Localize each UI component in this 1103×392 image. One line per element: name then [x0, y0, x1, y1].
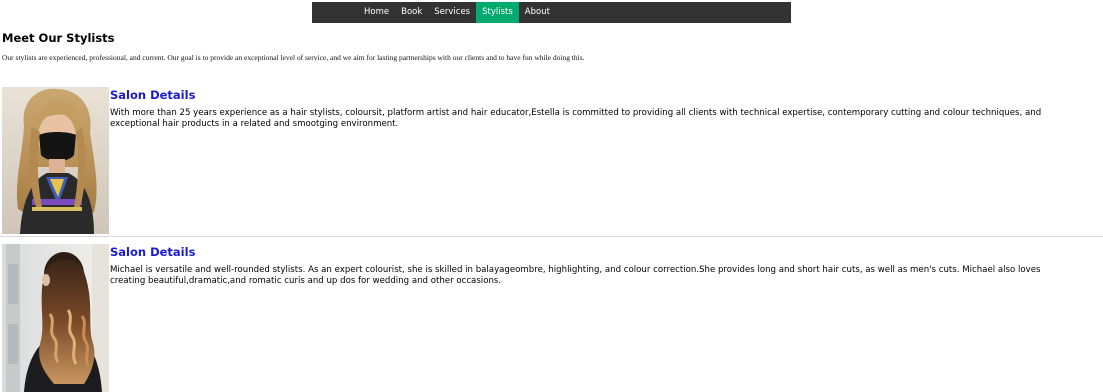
stylist-photo	[2, 87, 109, 234]
nav-item-stylists[interactable]: Stylists	[476, 2, 519, 23]
stylist-card: Salon Details With more than 25 years ex…	[0, 87, 1103, 237]
salon-details-link[interactable]: Salon Details	[110, 244, 1073, 260]
stylist-photo	[2, 244, 109, 392]
stylist-details: Salon Details With more than 25 years ex…	[110, 87, 1073, 130]
page-title: Meet Our Stylists	[2, 31, 115, 45]
nav-links: Home Book Services Stylists About	[358, 2, 556, 23]
intro-text: Our stylists are experienced, profession…	[2, 53, 585, 62]
salon-details-link[interactable]: Salon Details	[110, 87, 1073, 103]
nav-item-services[interactable]: Services	[428, 2, 476, 23]
stylist-photo-illustration	[2, 87, 109, 234]
nav-item-book[interactable]: Book	[395, 2, 428, 23]
stylist-bio: With more than 25 years experience as a …	[110, 108, 1042, 129]
nav-item-about[interactable]: About	[519, 2, 556, 23]
stylist-bio: Michael is versatile and well-rounded st…	[110, 265, 1041, 286]
stylist-card: Salon Details Michael is versatile and w…	[0, 244, 1103, 392]
stylist-photo-illustration	[2, 244, 109, 392]
nav-item-home[interactable]: Home	[358, 2, 395, 23]
top-navbar: Home Book Services Stylists About	[312, 2, 791, 23]
stylist-details: Salon Details Michael is versatile and w…	[110, 244, 1073, 287]
